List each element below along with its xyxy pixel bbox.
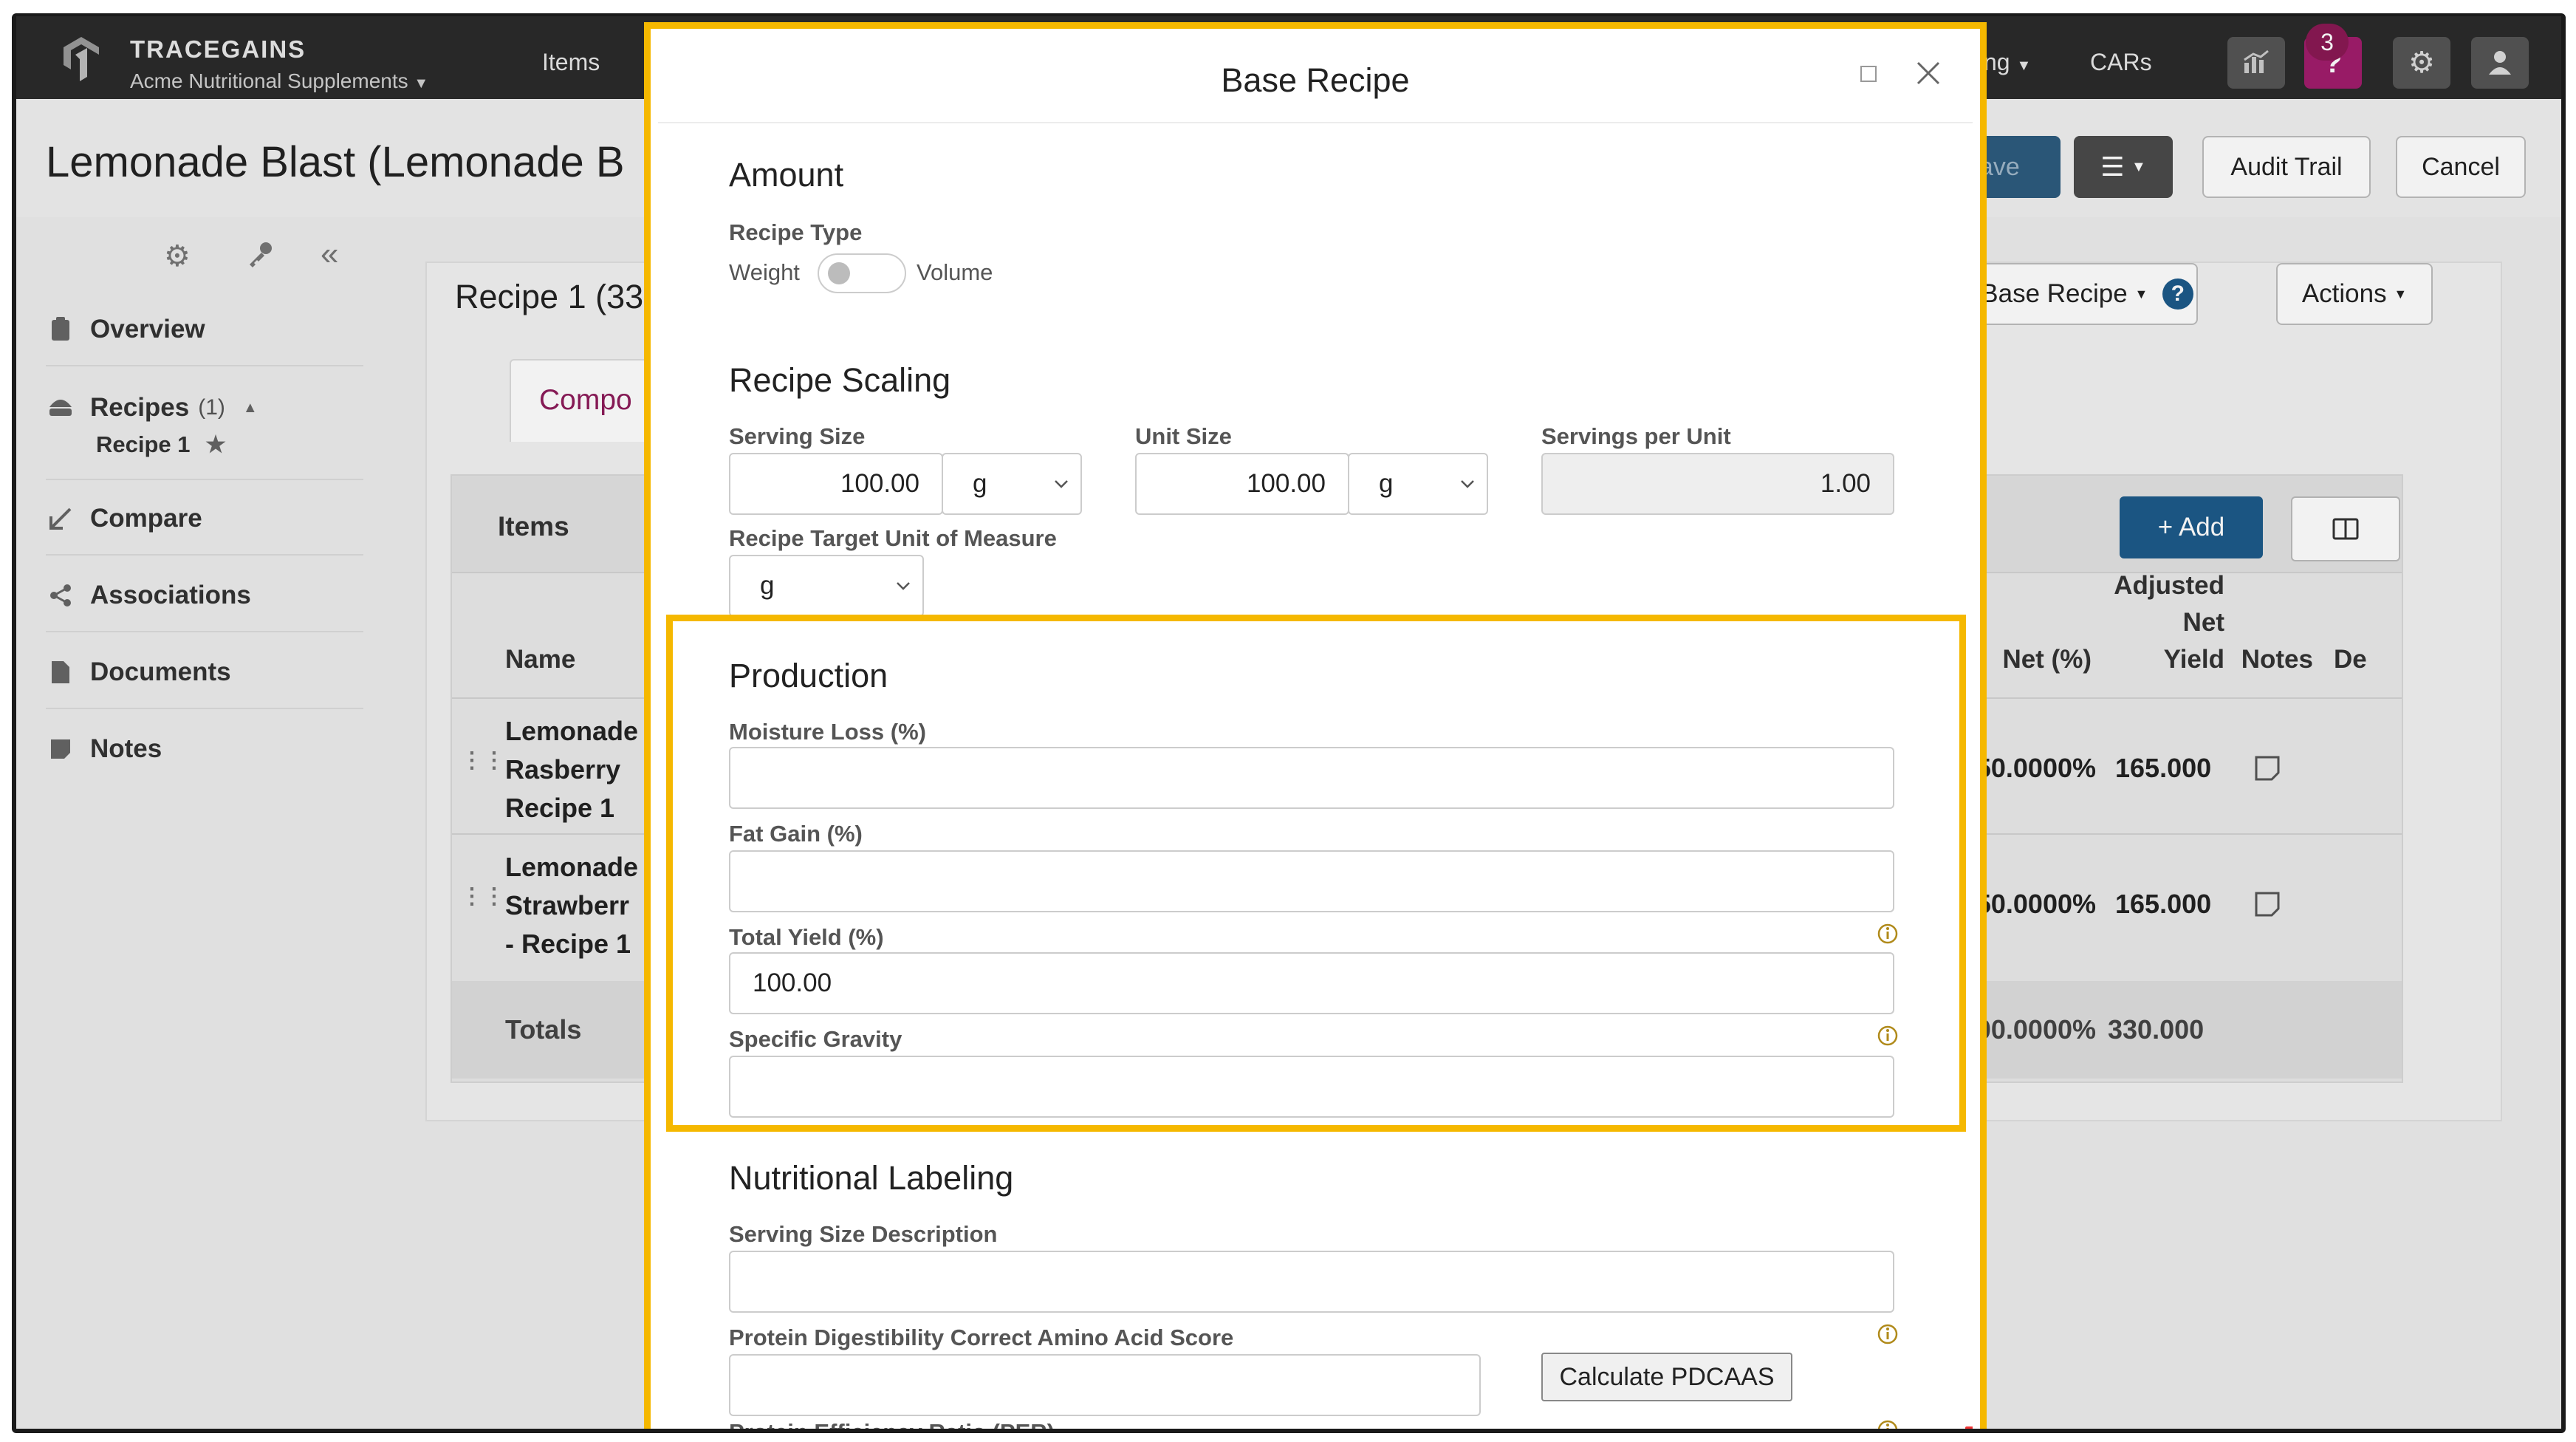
chevron-down-icon xyxy=(1055,480,1068,488)
info-icon[interactable] xyxy=(1877,1419,1899,1429)
pdcaas-input[interactable] xyxy=(729,1354,1481,1416)
app-window: TRACEGAINS Acme Nutritional Supplements … xyxy=(16,16,2561,1429)
toggle-knob xyxy=(828,262,850,284)
recipe-type-label: Recipe Type xyxy=(729,219,863,245)
resize-handle-icon[interactable] xyxy=(1965,1426,1973,1429)
calculate-pdcaas-button[interactable]: Calculate PDCAAS xyxy=(1541,1353,1792,1401)
modal-title: Base Recipe xyxy=(1221,61,1410,99)
serving-size-label: Serving Size xyxy=(729,423,866,449)
serving-size-input[interactable]: 100.00 xyxy=(729,453,943,515)
servings-per-unit-input: 1.00 xyxy=(1541,453,1894,515)
serving-desc-input[interactable] xyxy=(729,1251,1894,1313)
pdcaas-label: Protein Digestibility Correct Amino Acid… xyxy=(729,1325,1234,1350)
serving-unit-value: g xyxy=(973,469,987,498)
unit-size-label: Unit Size xyxy=(1135,423,1232,449)
per-label: Protein Efficiency Ratio (PER) xyxy=(729,1419,1055,1429)
servings-per-unit-label: Servings per Unit xyxy=(1541,423,1731,449)
nutritional-labeling-heading: Nutritional Labeling xyxy=(729,1159,1014,1197)
unit-unit-value: g xyxy=(1379,469,1394,498)
weight-label: Weight xyxy=(729,259,800,285)
serving-unit-select[interactable]: g xyxy=(942,453,1082,515)
target-uom-select[interactable]: g xyxy=(729,555,924,617)
info-icon[interactable] xyxy=(1877,1323,1899,1345)
close-icon[interactable] xyxy=(1914,58,1943,88)
chevron-down-icon xyxy=(897,582,910,590)
serving-desc-label: Serving Size Description xyxy=(729,1221,998,1247)
target-uom-label: Recipe Target Unit of Measure xyxy=(729,525,1057,551)
amount-heading: Amount xyxy=(729,156,844,194)
divider xyxy=(658,122,1973,123)
recipe-type-toggle[interactable] xyxy=(818,253,906,293)
unit-unit-select[interactable]: g xyxy=(1348,453,1488,515)
recipe-scaling-heading: Recipe Scaling xyxy=(729,361,951,399)
unit-size-input[interactable]: 100.00 xyxy=(1135,453,1349,515)
chevron-down-icon xyxy=(1461,480,1474,488)
target-uom-value: g xyxy=(760,571,775,600)
maximize-icon[interactable] xyxy=(1860,66,1877,82)
volume-label: Volume xyxy=(917,259,993,285)
production-highlight xyxy=(666,615,1966,1132)
